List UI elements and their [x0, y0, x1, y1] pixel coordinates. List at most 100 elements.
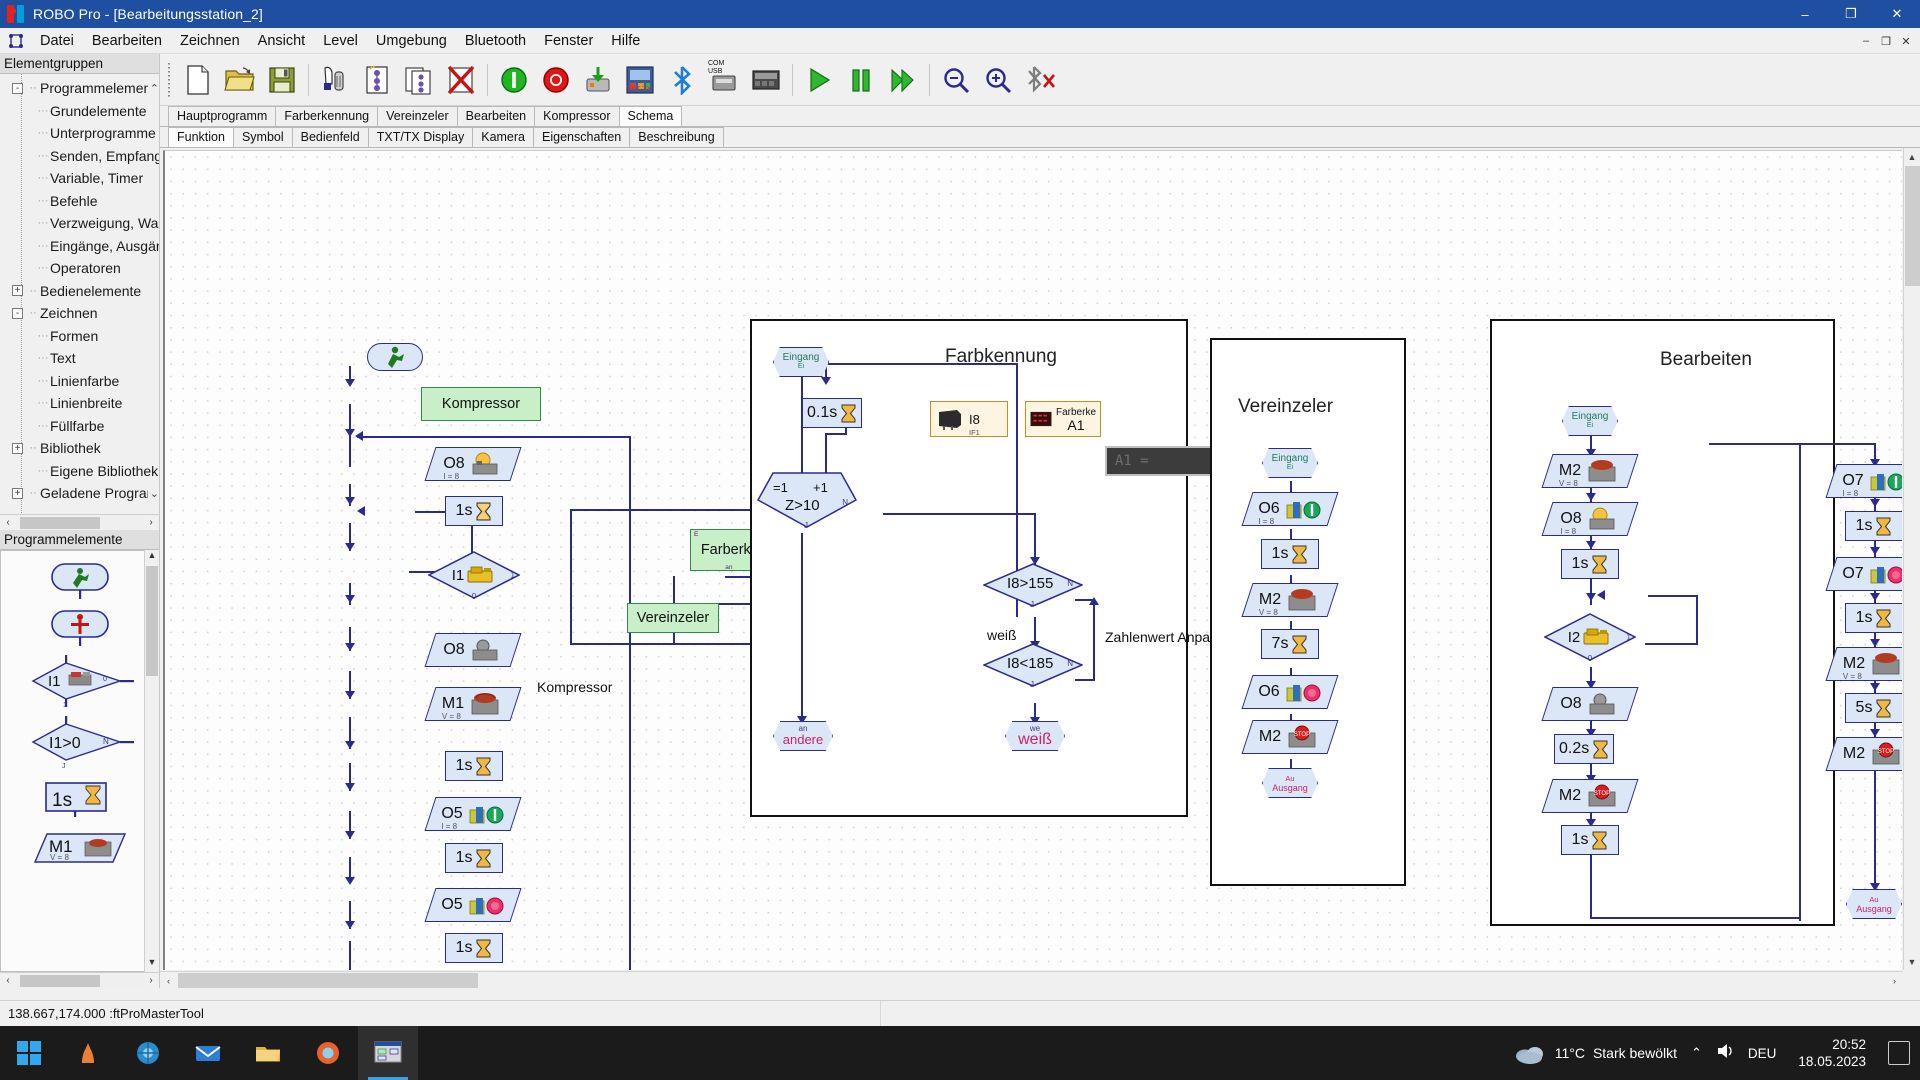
palette-hscroll-thumb[interactable] — [20, 974, 100, 987]
tree-item-f-llfarbe[interactable]: ··· Füllfarbe — [2, 415, 159, 438]
wait-7s-v[interactable]: 7s — [1261, 629, 1319, 659]
wait-1s-a[interactable]: 1s — [445, 496, 503, 526]
run-button[interactable] — [799, 59, 839, 101]
palette-vertical-scrollbar[interactable]: ▲ ▼ — [144, 550, 159, 972]
palette-scroll-up-arrow[interactable]: ▲ — [145, 550, 159, 565]
input-terminal-eingang-v[interactable]: Eingang Ei — [1262, 448, 1318, 478]
com-usb-button[interactable]: COM USB — [704, 59, 744, 101]
delete-element-button[interactable] — [315, 59, 355, 101]
branch-i2[interactable]: I2 1 0 — [1544, 613, 1636, 663]
tree-item-grundelemente[interactable]: ··· Grundelemente — [2, 100, 159, 123]
palette-item-wait[interactable]: 1s — [1, 777, 158, 817]
maximize-button[interactable]: ❐ — [1828, 0, 1874, 28]
taskbar-app-5[interactable] — [298, 1026, 358, 1080]
step-button[interactable] — [883, 59, 923, 101]
menu-item-bearbeiten[interactable]: Bearbeiten — [83, 30, 171, 52]
tree-scroll-thumb[interactable] — [20, 516, 100, 529]
close-button[interactable]: ✕ — [1874, 0, 1920, 28]
tree-item-unterprogramme[interactable]: ··· Unterprogramme — [2, 122, 159, 145]
tab-kamera[interactable]: Kamera — [472, 127, 535, 147]
canvas-scroll-left-arrow[interactable]: ‹ — [160, 972, 177, 989]
input-terminal-eingang-b[interactable]: Eingang Ei — [1562, 406, 1618, 436]
collapse-icon[interactable]: - — [12, 82, 23, 94]
canvas-horizontal-scrollbar[interactable]: ‹ › — [160, 971, 1903, 988]
expand-icon[interactable]: + — [12, 487, 23, 499]
menu-item-fenster[interactable]: Fenster — [535, 30, 602, 52]
tree-item-verzweigung-warten[interactable]: ···Verzweigung, Warten — [2, 212, 160, 235]
call-vereinzeler[interactable]: Vereinzeler — [627, 603, 719, 633]
palette-hscroll-right-arrow[interactable]: › — [143, 975, 159, 986]
sensor-input-i8[interactable]: I8 IF1 — [930, 401, 1008, 437]
tab-txt-tx-display[interactable]: TXT/TX Display — [367, 127, 474, 147]
palette-horizontal-scrollbar[interactable]: ‹ › — [0, 972, 159, 988]
tab-farberkennung[interactable]: Farberkennung — [275, 106, 379, 126]
menu-item-level[interactable]: Level — [314, 30, 367, 52]
tree-item-variable-timer[interactable]: ··· Variable, Timer — [2, 167, 159, 190]
bluetooth-button[interactable] — [662, 59, 702, 101]
program-elements-palette[interactable]: I1 0 1 I1>0 N J 1s M1 V = 8 — [0, 550, 159, 972]
counter-branch-z[interactable]: =1 +1 Z>10 N J — [757, 471, 857, 530]
download-button[interactable] — [578, 59, 618, 101]
wait-5s-r[interactable]: 5s — [1845, 693, 1902, 723]
menu-item-bluetooth[interactable]: Bluetooth — [456, 30, 535, 52]
canvas-hscroll-thumb[interactable] — [178, 973, 478, 988]
exit-terminal-weiss[interactable]: we weiß — [1005, 721, 1065, 751]
tab-vereinzeler[interactable]: Vereinzeler — [377, 106, 458, 126]
menu-item-datei[interactable]: Datei — [31, 30, 83, 52]
tree-item-senden-empfangen[interactable]: ···Senden, Empfangen — [2, 145, 160, 168]
tree-item-programmelemente[interactable]: -··Programmelemente⌃ — [2, 77, 159, 100]
new-level-button[interactable] — [357, 59, 397, 101]
tree-horizontal-scrollbar[interactable]: ‹ › — [0, 514, 159, 530]
delete-level-button[interactable] — [441, 59, 481, 101]
wait-1s-b-b[interactable]: 1s — [1561, 825, 1619, 855]
tree-item-linienbreite[interactable]: ··· Linienbreite — [2, 392, 159, 415]
palette-item-compare-branch[interactable]: I1>0 N J — [1, 716, 158, 768]
tab-symbol[interactable]: Symbol — [232, 127, 293, 147]
wait-1s-r-a[interactable]: 1s — [1845, 511, 1902, 541]
palette-item-start[interactable] — [1, 561, 158, 599]
exit-terminal-ausgang-b[interactable]: Au Ausgang — [1846, 889, 1902, 919]
palette-item-motor-output[interactable]: M1 V = 8 — [1, 826, 158, 870]
branch-i1[interactable]: I1 1 0 — [428, 551, 520, 601]
menu-item-zeichnen[interactable]: Zeichnen — [171, 30, 249, 52]
flowchart-canvas[interactable]: Kompressor O8 I = 8 1s I1 1 0 O8 M1 V = … — [163, 150, 1902, 970]
collapse-icon[interactable]: - — [12, 307, 23, 319]
exit-terminal-andere[interactable]: an andere — [773, 721, 833, 751]
volume-icon[interactable] — [1716, 1042, 1736, 1065]
input-terminal-eingang[interactable]: Eingang Ei — [773, 347, 829, 377]
tab-hauptprogramm[interactable]: Hauptprogramm — [168, 106, 277, 126]
branch-i8-gt-155[interactable]: I8>155 N J — [983, 563, 1083, 609]
menu-item-umgebung[interactable]: Umgebung — [367, 30, 456, 52]
taskbar-app-4[interactable] — [238, 1026, 298, 1080]
save-file-button[interactable] — [262, 59, 302, 101]
wait-02s-b[interactable]: 0.2s — [1554, 734, 1615, 764]
canvas-vertical-scrollbar[interactable]: ▲ ▼ — [1903, 148, 1920, 970]
taskbar-app-robopro[interactable] — [358, 1026, 418, 1080]
tree-item-eigene-bibliothek[interactable]: ··· Eigene Bibliothek — [2, 460, 159, 483]
tree-item-eing-nge-ausg-nge[interactable]: ···Eingänge, Ausgänge — [2, 235, 160, 258]
tab-bearbeiten[interactable]: Bearbeiten — [456, 106, 536, 126]
wait-1s-d[interactable]: 1s — [445, 933, 503, 963]
bluetooth-disconnect-button[interactable] — [1020, 59, 1060, 101]
tree-item-bedienelemente[interactable]: + ·· Bedienelemente — [2, 280, 159, 303]
zoom-in-button[interactable] — [978, 59, 1018, 101]
tray-expand-chevron-icon[interactable]: ⌃ — [1683, 1045, 1710, 1061]
exit-terminal-ausgang-v[interactable]: Au Ausgang — [1262, 768, 1318, 798]
expand-icon[interactable]: + — [12, 285, 23, 297]
canvas-scroll-right-arrow[interactable]: › — [1886, 972, 1903, 989]
canvas-scroll-up-arrow[interactable]: ▲ — [1904, 148, 1920, 165]
start-button[interactable] — [0, 1026, 58, 1080]
new-file-button[interactable] — [178, 59, 218, 101]
tab-schema[interactable]: Schema — [618, 106, 683, 126]
mdi-minimize-button[interactable]: – — [1856, 31, 1876, 51]
chevron-up-icon[interactable]: ⌃ — [150, 82, 159, 95]
mdi-restore-button[interactable]: ❐ — [1876, 31, 1896, 51]
taskbar-app-2[interactable] — [118, 1026, 178, 1080]
tab-bedienfeld[interactable]: Bedienfeld — [291, 127, 369, 147]
toolbar-grip[interactable] — [166, 62, 173, 97]
copy-level-button[interactable] — [399, 59, 439, 101]
tree-item-zeichnen[interactable]: - ·· Zeichnen — [2, 302, 159, 325]
tab-beschreibung[interactable]: Beschreibung — [629, 127, 724, 147]
element-groups-tree[interactable]: -··Programmelemente⌃···Grundelemente···U… — [0, 74, 159, 514]
tree-item-linienfarbe[interactable]: ··· Linienfarbe — [2, 370, 159, 393]
